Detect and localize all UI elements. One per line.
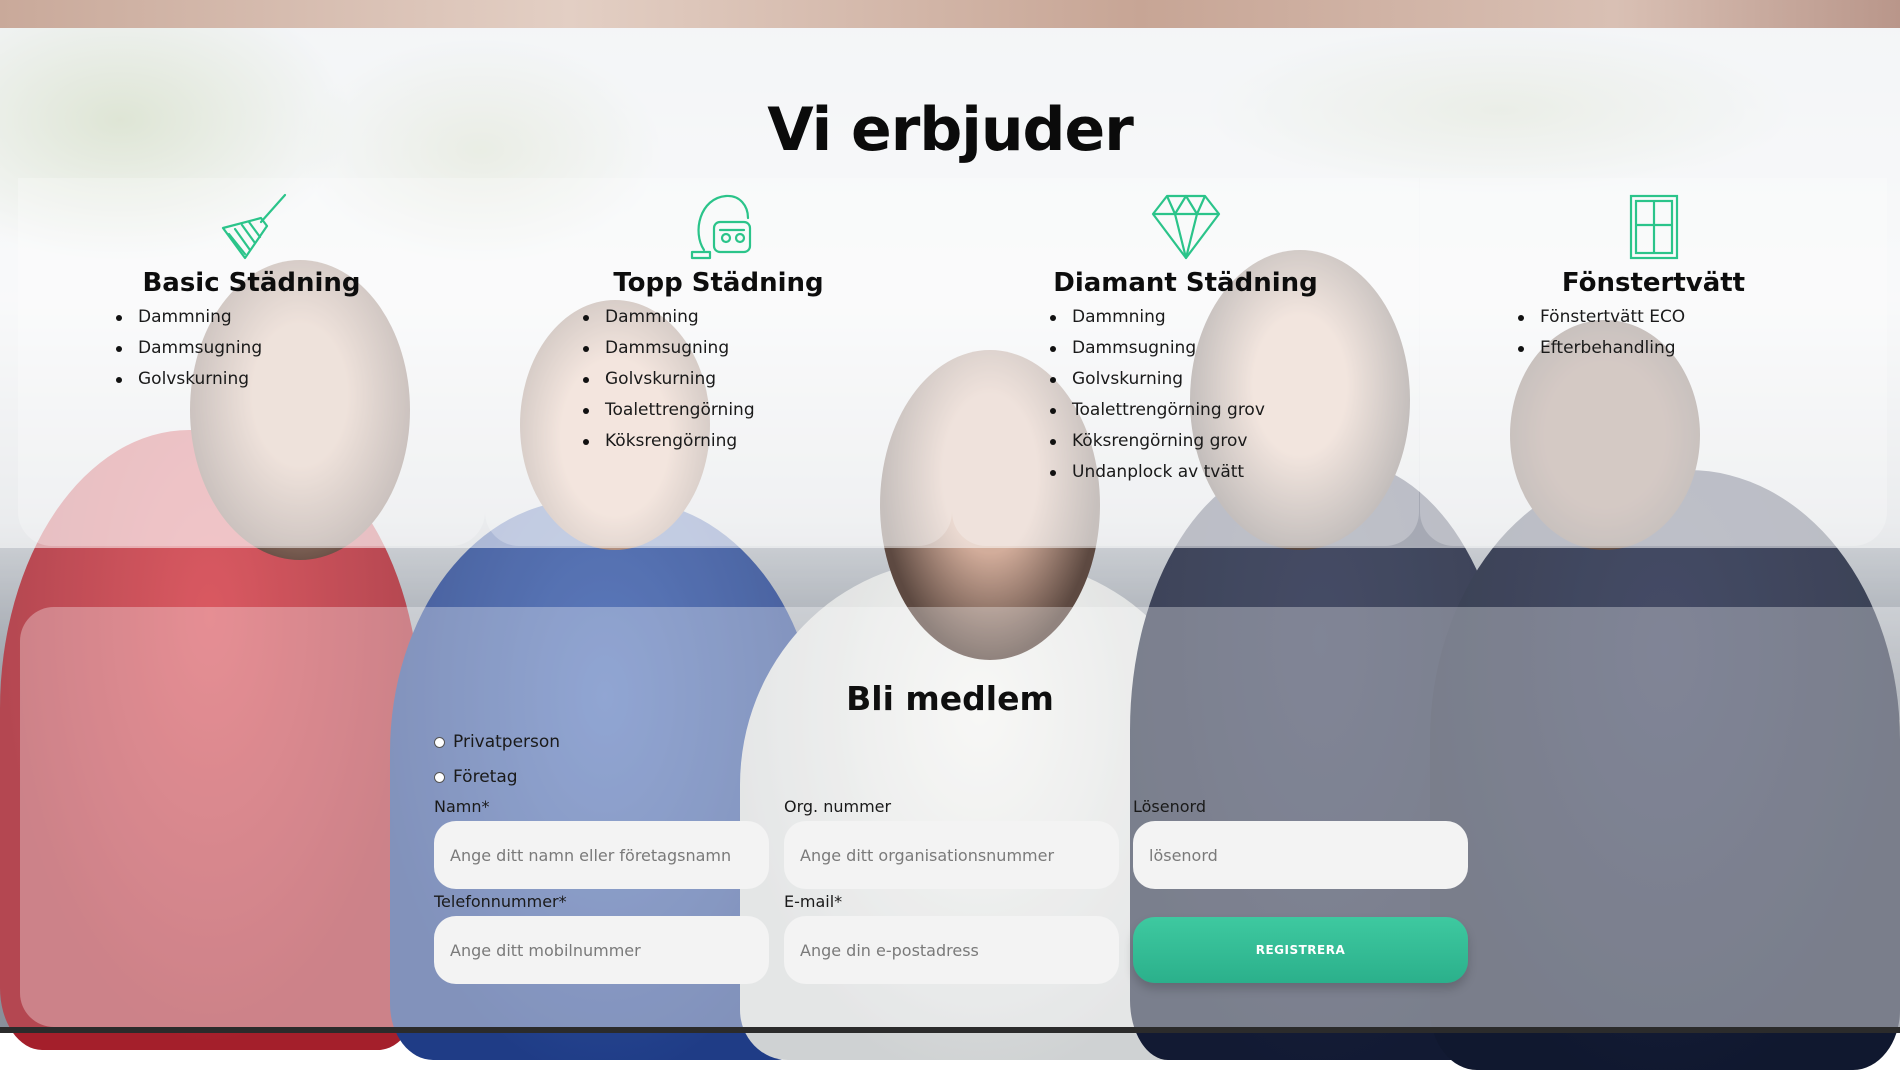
org-number-field[interactable]: Ange ditt organisationsnummer (784, 821, 1119, 889)
service-title: Topp Städning (613, 268, 824, 298)
name-label: Namn* (434, 797, 490, 816)
service-title: Diamant Städning (1053, 268, 1318, 298)
page-bottom-bar (0, 1027, 1900, 1033)
member-form: Bli medlem Privatperson Företag Namn* An… (20, 607, 1900, 1027)
vacuum-cleaner-icon (690, 194, 751, 260)
org-number-label: Org. nummer (784, 797, 892, 816)
list-item: Golvskurning (18, 364, 262, 395)
list-item: Dammsugning (952, 333, 1265, 364)
list-item: Dammning (485, 302, 755, 333)
window-icon (1629, 194, 1678, 260)
phone-placeholder: Ange ditt mobilnummer (450, 940, 641, 960)
form-title: Bli medlem (846, 679, 1054, 718)
list-item: Dammning (952, 302, 1265, 333)
radio-privatperson[interactable]: Privatperson (434, 732, 560, 752)
email-placeholder: Ange din e-postadress (800, 940, 979, 960)
service-list: Dammning Dammsugning Golvskurning (18, 302, 262, 395)
list-item: Efterbehandling (1420, 333, 1685, 364)
radio-circle[interactable] (434, 771, 445, 783)
phone-field[interactable]: Ange ditt mobilnummer (434, 916, 769, 984)
password-placeholder: lösenord (1149, 845, 1218, 865)
service-title: Basic Städning (142, 268, 361, 298)
list-item: Golvskurning (952, 364, 1265, 395)
list-item: Dammsugning (18, 333, 262, 364)
register-button[interactable]: REGISTRERA (1133, 917, 1468, 983)
service-card-fonstertvatt: Fönstertvätt Fönstertvätt ECO Efterbehan… (1420, 178, 1887, 546)
list-item: Fönstertvätt ECO (1420, 302, 1685, 333)
list-item: Dammsugning (485, 333, 755, 364)
broom-icon (221, 193, 286, 260)
list-item: Golvskurning (485, 364, 755, 395)
list-item: Köksrengörning (485, 426, 755, 457)
service-list: Dammning Dammsugning Golvskurning Toalet… (952, 302, 1265, 488)
diamond-icon (1151, 194, 1220, 260)
service-list: Dammning Dammsugning Golvskurning Toalet… (485, 302, 755, 457)
service-title: Fönstertvätt (1561, 268, 1746, 298)
page-title: Vi erbjuder (767, 95, 1134, 165)
service-card-topp: Topp Städning Dammning Dammsugning Golvs… (485, 178, 952, 546)
radio-foretag[interactable]: Företag (434, 767, 518, 787)
email-label: E-mail* (784, 892, 843, 911)
top-image-strip (0, 0, 1900, 28)
list-item: Toalettrengörning (485, 395, 755, 426)
email-field[interactable]: Ange din e-postadress (784, 916, 1119, 984)
org-number-placeholder: Ange ditt organisationsnummer (800, 845, 1055, 865)
list-item: Köksrengörning grov (952, 426, 1265, 457)
password-label: Lösenord (1133, 797, 1206, 816)
service-card-basic: Basic Städning Dammning Dammsugning Golv… (18, 178, 485, 546)
list-item: Dammning (18, 302, 262, 333)
radio-circle[interactable] (434, 736, 445, 748)
radio-label: Företag (453, 767, 518, 787)
service-list: Fönstertvätt ECO Efterbehandling (1420, 302, 1685, 364)
password-field[interactable]: lösenord (1133, 821, 1468, 889)
phone-label: Telefonnummer* (434, 892, 567, 911)
service-card-diamant: Diamant Städning Dammning Dammsugning Go… (952, 178, 1419, 546)
name-field[interactable]: Ange ditt namn eller företagsnamn (434, 821, 769, 889)
list-item: Toalettrengörning grov (952, 395, 1265, 426)
list-item: Undanplock av tvätt (952, 457, 1265, 488)
radio-label: Privatperson (453, 732, 561, 752)
name-placeholder: Ange ditt namn eller företagsnamn (450, 845, 732, 865)
